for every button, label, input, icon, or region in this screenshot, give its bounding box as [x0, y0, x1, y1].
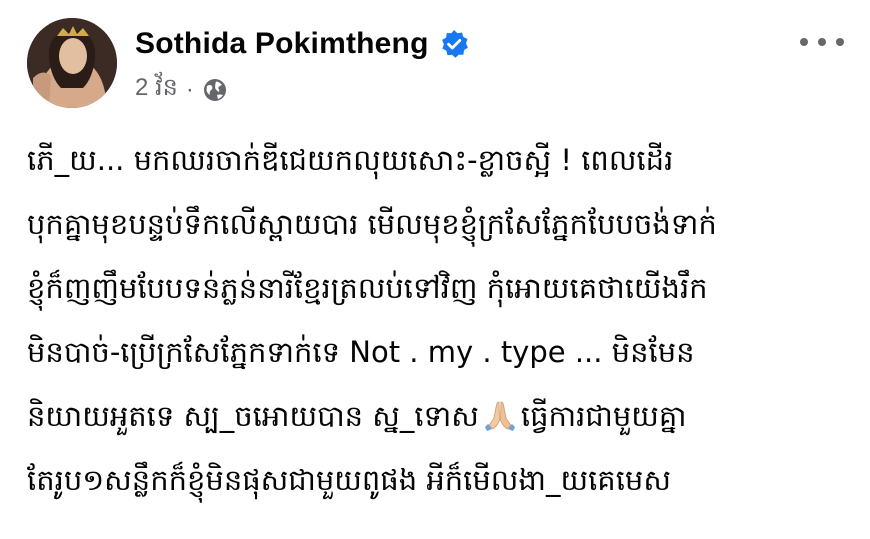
post-line: តែរូប១សន្លឹកក៏ខ្ញុំមិនផុសជាមួយពូផង អីក៏ម…	[27, 463, 671, 497]
post-line: ខ្ញុំក៏ញញឹមបែបទន់ភ្លន់នារីខ្មែរត្រលប់ទៅវ…	[27, 271, 708, 305]
globe-icon[interactable]	[202, 77, 228, 103]
more-options-button[interactable]	[800, 30, 844, 54]
post-line: ភើ_យ... មកឈរចាក់ឌីជេយកលុយសោះ-ខ្លាចស្អី !…	[27, 143, 674, 177]
more-dot	[818, 38, 826, 46]
meta-separator: ·	[185, 75, 194, 103]
avatar[interactable]	[27, 18, 117, 108]
author-row: Sothida Pokimtheng	[135, 27, 469, 61]
post-line: មិនបាច់-ប្រើក្រសែភ្នែកទាក់ទេ Not . my . …	[27, 335, 695, 369]
post-text: ភើ_យ... មកឈរចាក់ឌីជេយកលុយសោះ-ខ្លាចស្អី !…	[27, 128, 847, 512]
facebook-post: Sothida Pokimtheng 2 វ័ន · ភើ_យ... មកឈរច…	[0, 0, 870, 539]
post-line-part: ធ្វើការជាមួយគ្នា	[520, 399, 687, 433]
verified-badge-icon	[439, 29, 469, 59]
post-timestamp[interactable]: 2 វ័ន	[135, 72, 178, 107]
post-line-with-emoji: និយាយអួតទេ ស្ប_ចអោយបាន ស្ន_ទោស ធ្វើការជា…	[27, 384, 847, 448]
avatar-image	[27, 18, 117, 108]
post-line: បុកគ្នាមុខបន្ទប់ទឹកលើស្ពាយបារ មើលមុខខ្ញុ…	[27, 207, 717, 241]
more-dot	[800, 38, 808, 46]
post-line-part: និយាយអួតទេ ស្ប_ចអោយបាន ស្ន_ទោស	[27, 399, 479, 433]
author-name[interactable]: Sothida Pokimtheng	[135, 27, 429, 61]
folded-hands-emoji	[483, 390, 517, 431]
more-dot	[836, 38, 844, 46]
post-meta: 2 វ័ន ·	[135, 72, 228, 107]
